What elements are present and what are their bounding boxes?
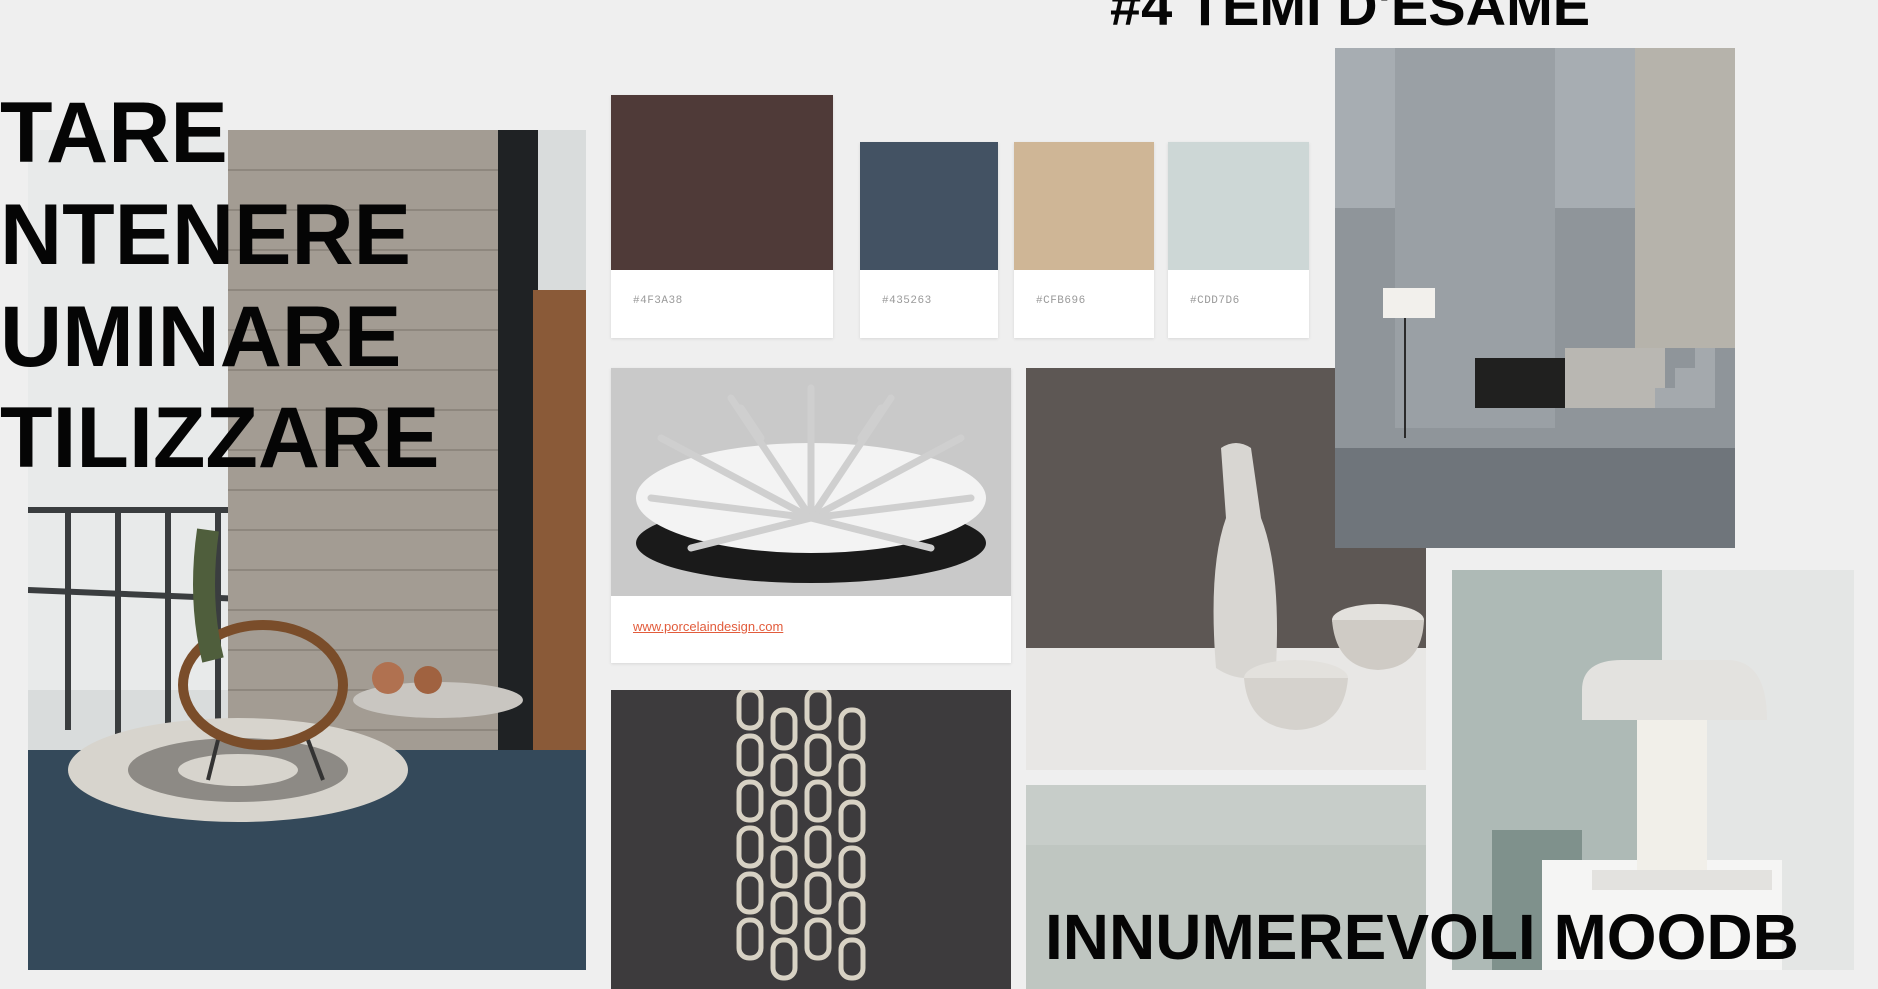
swatch-card-3: #CFB696 [1014,142,1154,338]
swatch-label-3: #CFB696 [1036,295,1086,307]
chain-icon [611,690,1011,989]
heading-bottom: INNUMEREVOLI MOODB [1045,901,1799,973]
swatch-card-2: #435263 [860,142,998,338]
coral-photo [611,368,1011,596]
interior-photo [1335,48,1735,548]
swatch-color-2 [860,142,998,270]
swatch-label-1: #4F3A38 [633,295,683,307]
coral-sculpture-icon [611,368,1011,596]
swatch-label-2: #435263 [882,295,932,307]
swatch-label-4: #CDD7D6 [1190,295,1240,307]
swatch-card-4: #CDD7D6 [1168,142,1309,338]
swatch-color-3 [1014,142,1154,270]
chain-photo [611,690,1011,989]
coral-source-link[interactable]: www.porcelaindesign.com [633,619,783,634]
swatch-color-1 [611,95,833,270]
swatch-color-4 [1168,142,1309,270]
heading-top: #4 TEMI D'ESAME [1110,0,1591,37]
verb-line-4: TILIZZARE [0,390,440,486]
swatch-card-1: #4F3A38 [611,95,833,338]
verb-line-2: NTENERE [0,187,411,283]
verb-line-1: TARE [0,85,228,181]
verb-line-3: UMINARE [0,289,402,385]
concrete-interior-icon [1335,48,1735,548]
coral-card: www.porcelaindesign.com [611,368,1011,663]
